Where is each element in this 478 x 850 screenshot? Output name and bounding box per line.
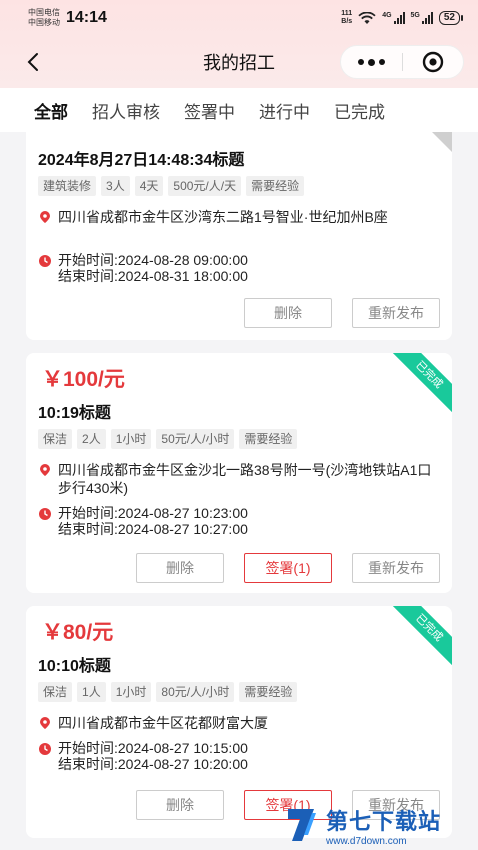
job-address: 四川省成都市金牛区沙湾东二路1号智业·世纪加州B座 bbox=[58, 209, 388, 225]
job-tags: 建筑装修 3人 4天 500元/人/天 需要经验 bbox=[38, 176, 305, 196]
location-pin-icon bbox=[40, 464, 50, 476]
chevron-left-icon bbox=[27, 53, 38, 71]
close-mini-program-button[interactable] bbox=[403, 50, 464, 74]
site-watermark: 第七下载站 www.d7down.com bbox=[284, 800, 474, 850]
tab-in-progress[interactable]: 进行中 bbox=[259, 98, 310, 123]
speed-value: 111 bbox=[341, 10, 353, 17]
delete-button[interactable]: 删除 bbox=[244, 298, 332, 328]
speed-unit: B/s bbox=[341, 18, 353, 25]
location-pin-icon bbox=[40, 717, 50, 729]
job-tags: 保洁 2人 1小时 50元/人/小时 需要经验 bbox=[38, 429, 298, 449]
status-tabs: 全部 招人审核 签署中 进行中 已完成 bbox=[0, 88, 478, 137]
job-card[interactable]: 2024年8月27日14:48:34标题 建筑装修 3人 4天 500元/人/天… bbox=[26, 132, 452, 340]
network-speed: 111 B/s bbox=[341, 10, 352, 26]
signal-4g-icon: 4G bbox=[382, 12, 405, 24]
nav-bar: 我的招工 bbox=[0, 40, 478, 84]
target-icon bbox=[422, 51, 443, 73]
completed-badge: 已完成 bbox=[390, 353, 452, 414]
dot-icon bbox=[378, 59, 385, 65]
tab-review[interactable]: 招人审核 bbox=[92, 98, 160, 123]
location-pin-icon bbox=[40, 211, 50, 223]
job-tags: 保洁 1人 1小时 80元/人/小时 需要经验 bbox=[38, 682, 298, 702]
address-row: 四川省成都市金牛区沙湾东二路1号智业·世纪加州B座 bbox=[38, 208, 442, 226]
tag-rate: 500元/人/天 bbox=[168, 176, 242, 196]
start-time: 开始时间:2024-08-27 10:23:00 bbox=[58, 505, 248, 521]
signal-5g-icon: 5G bbox=[411, 12, 433, 24]
job-title: 2024年8月27日14:48:34标题 bbox=[38, 152, 245, 169]
corner-decoration bbox=[432, 132, 452, 152]
clock-icon bbox=[39, 255, 51, 267]
carrier-1: 中国电信 bbox=[28, 8, 60, 17]
time-row: 开始时间:2024-08-27 10:15:00 结束时间:2024-08-27… bbox=[38, 740, 248, 772]
tag-experience: 需要经验 bbox=[246, 176, 305, 196]
end-time: 结束时间:2024-08-27 10:20:00 bbox=[58, 756, 248, 772]
dot-icon bbox=[367, 58, 375, 66]
republish-button[interactable]: 重新发布 bbox=[352, 298, 440, 328]
start-time: 开始时间:2024-08-28 09:00:00 bbox=[58, 252, 248, 268]
net-label-2: 5G bbox=[410, 12, 420, 19]
time-row: 开始时间:2024-08-28 09:00:00 结束时间:2024-08-31… bbox=[38, 252, 248, 284]
sign-button[interactable]: 签署(1) bbox=[244, 553, 332, 583]
tag-duration: 1小时 bbox=[110, 682, 152, 702]
tag-experience: 需要经验 bbox=[239, 429, 298, 449]
start-time: 开始时间:2024-08-27 10:15:00 bbox=[58, 740, 248, 756]
job-price: ￥80/元 bbox=[42, 621, 114, 644]
tab-all[interactable]: 全部 bbox=[34, 98, 68, 137]
carrier-info: 中国电信 中国移动 bbox=[28, 8, 60, 28]
job-price: ￥100/元 bbox=[42, 368, 125, 391]
watermark-text: 第七下载站 www.d7down.com bbox=[326, 804, 441, 847]
more-button[interactable] bbox=[341, 58, 402, 66]
tag-category: 建筑装修 bbox=[38, 176, 97, 196]
delete-button[interactable]: 删除 bbox=[136, 553, 224, 583]
watermark-main: 第七下载站 bbox=[326, 808, 442, 834]
address-row: 四川省成都市金牛区金沙北一路38号附一号(沙湾地铁站A1口步行430米) bbox=[38, 461, 442, 497]
dot-icon bbox=[357, 59, 364, 65]
tag-category: 保洁 bbox=[38, 682, 73, 702]
clock-icon bbox=[39, 508, 51, 520]
tag-category: 保洁 bbox=[38, 429, 73, 449]
watermark-sub: www.d7down.com bbox=[326, 835, 407, 847]
job-address: 四川省成都市金牛区花都财富大厦 bbox=[58, 715, 268, 731]
completed-badge: 已完成 bbox=[390, 606, 452, 667]
republish-button[interactable]: 重新发布 bbox=[352, 553, 440, 583]
tab-signing[interactable]: 签署中 bbox=[184, 98, 235, 123]
tag-experience: 需要经验 bbox=[239, 682, 298, 702]
address-row: 四川省成都市金牛区花都财富大厦 bbox=[38, 714, 442, 732]
job-address: 四川省成都市金牛区金沙北一路38号附一号(沙湾地铁站A1口步行430米) bbox=[58, 462, 432, 496]
tag-rate: 50元/人/小时 bbox=[156, 429, 235, 449]
time-row: 开始时间:2024-08-27 10:23:00 结束时间:2024-08-27… bbox=[38, 505, 248, 537]
tag-rate: 80元/人/小时 bbox=[156, 682, 235, 702]
tag-duration: 4天 bbox=[134, 176, 164, 196]
delete-button[interactable]: 删除 bbox=[136, 790, 224, 820]
status-time: 14:14 bbox=[66, 9, 107, 26]
wifi-icon bbox=[358, 11, 376, 24]
net-label-1: 4G bbox=[382, 12, 392, 19]
tab-completed[interactable]: 已完成 bbox=[334, 98, 385, 123]
carrier-2: 中国移动 bbox=[28, 18, 60, 27]
status-icons: 111 B/s 4G 5G 52 bbox=[341, 10, 464, 26]
back-button[interactable] bbox=[20, 48, 48, 76]
clock-icon bbox=[39, 743, 51, 755]
tag-duration: 1小时 bbox=[110, 429, 152, 449]
end-time: 结束时间:2024-08-27 10:27:00 bbox=[58, 521, 248, 537]
end-time: 结束时间:2024-08-31 18:00:00 bbox=[58, 268, 248, 284]
status-bar: 中国电信 中国移动 14:14 111 B/s 4G 5G 52 bbox=[0, 0, 478, 36]
mini-program-capsule bbox=[340, 45, 464, 79]
watermark-logo-icon bbox=[288, 809, 316, 841]
job-title: 10:10标题 bbox=[38, 658, 111, 675]
battery-icon: 52 bbox=[438, 11, 464, 25]
job-card[interactable]: 已完成 ￥100/元 10:19标题 保洁 2人 1小时 50元/人/小时 需要… bbox=[26, 353, 452, 593]
job-title: 10:19标题 bbox=[38, 405, 111, 422]
tag-people: 2人 bbox=[77, 429, 106, 449]
tag-people: 1人 bbox=[77, 682, 106, 702]
tag-people: 3人 bbox=[101, 176, 130, 196]
